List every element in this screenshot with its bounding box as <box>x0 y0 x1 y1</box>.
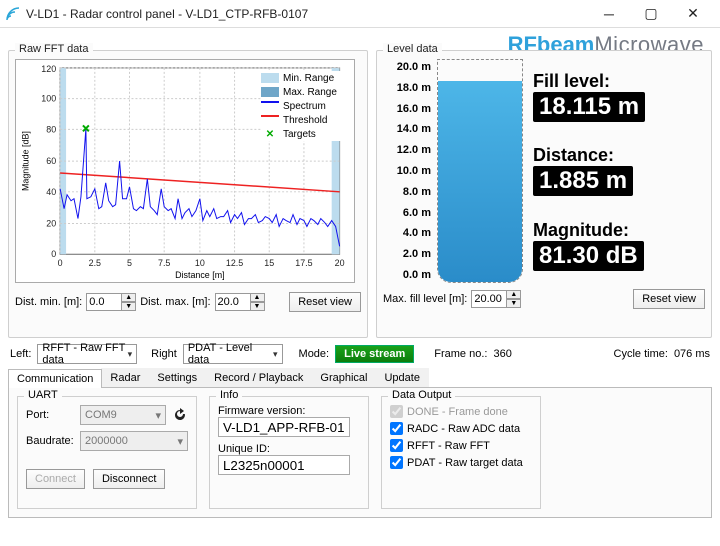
tank-visual <box>437 59 523 283</box>
frame-label: Frame no.: <box>434 348 487 360</box>
svg-text:20: 20 <box>335 258 345 268</box>
reset-view-button-left[interactable]: Reset view <box>289 292 361 312</box>
info-group: Info Firmware version: Unique ID: <box>209 396 369 509</box>
data-output-group: Data Output DONE - Frame done RADC - Raw… <box>381 396 541 509</box>
checkbox-radc[interactable]: RADC - Raw ADC data <box>390 422 532 435</box>
app-icon <box>6 7 20 21</box>
tab-record-playback[interactable]: Record / Playback <box>205 368 312 387</box>
raw-fft-panel: Raw FFT data 020406080100120 02.557.5101… <box>8 50 368 338</box>
raw-fft-title: Raw FFT data <box>15 43 93 55</box>
firmware-label: Firmware version: <box>218 405 360 417</box>
uid-value <box>218 455 350 475</box>
left-combo-label: Left: <box>10 348 31 360</box>
max-fill-level-label: Max. fill level [m]: <box>383 293 467 305</box>
checkbox-rfft[interactable]: RFFT - Raw FFT <box>390 439 532 452</box>
fill-level-label: Fill level: <box>533 71 705 92</box>
fill-level-value: 18.115 m <box>533 92 645 122</box>
level-data-panel: Level data 20.0 m18.0 m16.0 m14.0 m12.0 … <box>376 50 712 338</box>
svg-text:0: 0 <box>58 258 63 268</box>
cycle-time-label: Cycle time: <box>614 348 668 360</box>
left-view-combo[interactable]: RFFT - Raw FFT data▾ <box>37 344 137 364</box>
mode-label: Mode: <box>299 348 330 360</box>
magnitude-label: Magnitude: <box>533 220 705 241</box>
maximize-button[interactable]: ▢ <box>630 0 672 28</box>
magnitude-value: 81.30 dB <box>533 241 644 271</box>
close-button[interactable]: ✕ <box>672 0 714 28</box>
tab-radar[interactable]: Radar <box>101 368 149 387</box>
disconnect-button[interactable]: Disconnect <box>93 469 165 489</box>
connect-button[interactable]: Connect <box>26 469 85 489</box>
baud-select[interactable]: 2000000▾ <box>80 431 188 451</box>
checkbox-pdat[interactable]: PDAT - Raw target data <box>390 456 532 469</box>
svg-text:0: 0 <box>51 249 56 259</box>
svg-text:60: 60 <box>46 156 56 166</box>
dist-min-input[interactable]: ▲▼ <box>86 293 136 311</box>
max-fill-level-input[interactable]: ▲▼ <box>471 290 521 308</box>
checkbox-done: DONE - Frame done <box>390 405 532 418</box>
svg-text:12.5: 12.5 <box>226 258 243 268</box>
firmware-value <box>218 417 350 437</box>
port-label: Port: <box>26 409 74 421</box>
svg-text:5: 5 <box>127 258 132 268</box>
svg-text:2.5: 2.5 <box>89 258 101 268</box>
svg-text:100: 100 <box>41 94 56 104</box>
distance-label: Distance: <box>533 145 705 166</box>
svg-text:20: 20 <box>46 219 56 229</box>
baud-label: Baudrate: <box>26 435 74 447</box>
tab-graphical[interactable]: Graphical <box>311 368 376 387</box>
tab-update[interactable]: Update <box>375 368 428 387</box>
uid-label: Unique ID: <box>218 443 360 455</box>
svg-text:Distance [m]: Distance [m] <box>175 270 224 280</box>
refresh-icon[interactable] <box>172 407 188 423</box>
svg-text:15: 15 <box>264 258 274 268</box>
tab-communication[interactable]: Communication <box>8 369 102 388</box>
svg-text:80: 80 <box>46 124 56 134</box>
window-title: V-LD1 - Radar control panel - V-LD1_CTP-… <box>26 7 588 21</box>
port-select[interactable]: COM9▾ <box>80 405 166 425</box>
right-view-combo[interactable]: PDAT - Level data▾ <box>183 344 283 364</box>
uart-group: UART Port: COM9▾ Baudrate: 2000000▾ Conn… <box>17 396 197 509</box>
mode-indicator: Live stream <box>335 345 414 363</box>
dist-max-label: Dist. max. [m]: <box>140 296 210 308</box>
dist-min-label: Dist. min. [m]: <box>15 296 82 308</box>
svg-text:10: 10 <box>195 258 205 268</box>
tab-bar: Communication Radar Settings Record / Pl… <box>8 368 712 388</box>
svg-text:7.5: 7.5 <box>158 258 170 268</box>
level-scale: 20.0 m18.0 m16.0 m14.0 m12.0 m10.0 m8.0 … <box>383 59 431 283</box>
tab-settings[interactable]: Settings <box>148 368 206 387</box>
cycle-time-value: 076 ms <box>674 348 710 360</box>
svg-text:120: 120 <box>41 64 56 74</box>
reset-view-button-right[interactable]: Reset view <box>633 289 705 309</box>
svg-text:Magnitude [dB]: Magnitude [dB] <box>20 131 30 191</box>
right-combo-label: Right <box>151 348 177 360</box>
dist-max-input[interactable]: ▲▼ <box>215 293 265 311</box>
chart-legend: Min. Range Max. Range Spectrum Threshold… <box>261 71 353 141</box>
svg-text:40: 40 <box>46 187 56 197</box>
level-data-title: Level data <box>383 43 442 55</box>
frame-value: 360 <box>493 348 511 360</box>
minimize-button[interactable]: ─ <box>588 0 630 28</box>
distance-value: 1.885 m <box>533 166 633 196</box>
svg-text:17.5: 17.5 <box>295 258 312 268</box>
